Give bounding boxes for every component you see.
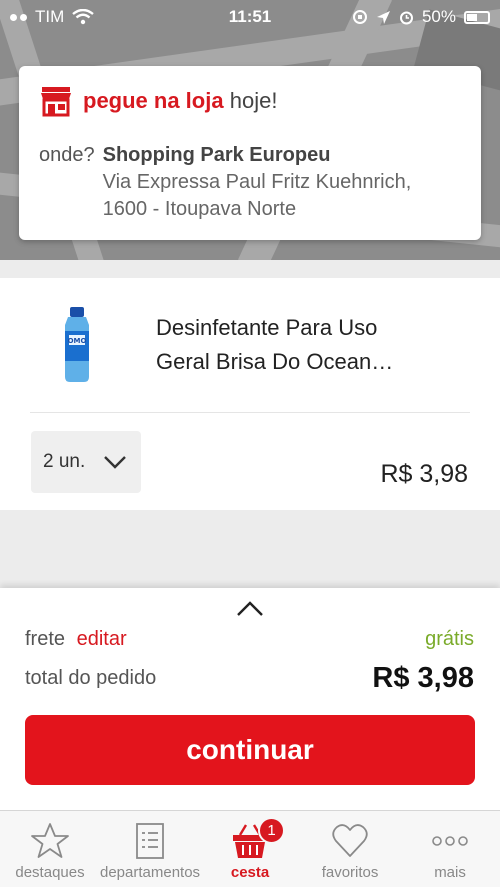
product-bottle-icon: OMO <box>65 307 89 382</box>
quantity-select[interactable]: 2 un. <box>31 431 141 493</box>
where-label: onde? <box>39 144 95 166</box>
product-price: R$ 3,98 <box>380 460 468 488</box>
tab-label: favoritos <box>321 864 379 881</box>
wifi-icon <box>72 9 95 25</box>
tab-destaques[interactable]: destaques <box>0 811 100 887</box>
battery-icon <box>464 10 490 24</box>
location-icon <box>376 10 390 24</box>
edit-shipping-link[interactable]: editar <box>77 628 127 650</box>
heart-icon <box>332 824 368 857</box>
store-address: Via Expressa Paul Fritz Kuehnrich, 1600 … <box>102 171 412 220</box>
carrier-name: TIM <box>35 7 65 26</box>
quantity-value: 2 un. <box>43 451 86 472</box>
status-bar: TIM 11:51 50% <box>0 0 500 34</box>
tab-label: cesta <box>230 864 270 881</box>
store-icon <box>41 87 71 117</box>
cart-count-badge: 1 <box>258 817 286 844</box>
tab-label: destaques <box>15 864 85 881</box>
pickup-title: pegue na loja hoje! <box>83 88 278 113</box>
shipping-label: frete <box>25 628 66 650</box>
signal-icon <box>10 13 27 21</box>
more-icon <box>432 836 468 846</box>
battery-percent: 50% <box>421 7 456 26</box>
product-name[interactable]: Desinfetante Para Uso Geral Brisa Do Oce… <box>156 311 436 379</box>
total-label: total do pedido <box>25 667 157 689</box>
total-value: R$ 3,98 <box>372 662 474 694</box>
chevron-up-icon[interactable] <box>235 598 265 618</box>
tab-favoritos[interactable]: favoritos <box>300 811 400 887</box>
tab-bar: destaques departamentos 1 cesta favorito… <box>0 810 500 887</box>
chevron-down-icon <box>104 456 127 469</box>
continue-button[interactable]: continuar <box>25 715 475 785</box>
tab-cesta[interactable]: 1 cesta <box>200 811 300 887</box>
cart-item: OMO Desinfetante Para Uso Geral Brisa Do… <box>0 278 500 510</box>
tab-label: mais <box>434 864 466 881</box>
star-icon <box>31 823 69 858</box>
orientation-lock-icon <box>352 10 367 24</box>
alarm-icon <box>399 11 413 24</box>
svg-text:OMO: OMO <box>68 337 87 345</box>
list-icon <box>136 823 164 859</box>
store-name: Shopping Park Europeu <box>102 144 331 166</box>
order-summary-panel: frete editar grátis total do pedido R$ 3… <box>0 588 500 810</box>
shipping-value: grátis <box>425 628 474 650</box>
tab-mais[interactable]: mais <box>400 811 500 887</box>
divider <box>30 412 470 413</box>
tab-label: departamentos <box>99 864 201 881</box>
pickup-store-card[interactable]: pegue na loja hoje! onde? Shopping Park … <box>19 66 481 240</box>
tab-departamentos[interactable]: departamentos <box>100 811 200 887</box>
product-image[interactable]: OMO <box>30 300 124 390</box>
